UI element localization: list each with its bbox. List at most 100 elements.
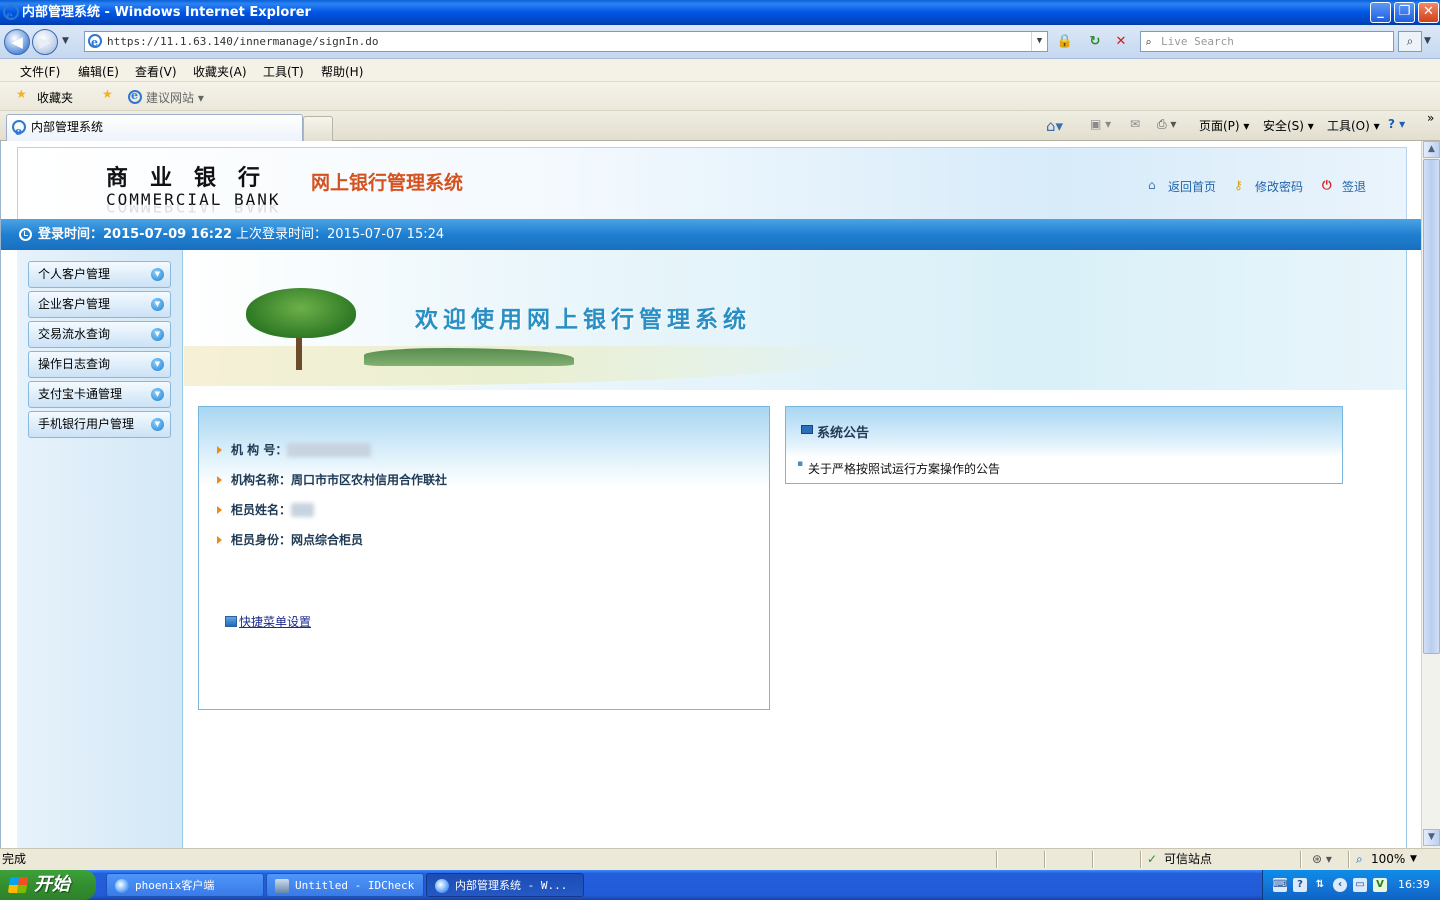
forward-button[interactable]: ▶	[32, 29, 58, 55]
vertical-scrollbar[interactable]: ▲ ▼	[1421, 141, 1440, 848]
zoom-level[interactable]: 100%	[1371, 849, 1405, 870]
menu-tools[interactable]: 工具(T)	[263, 63, 304, 80]
keyboard-icon[interactable]: ⌨	[1273, 878, 1287, 892]
scroll-thumb[interactable]	[1423, 159, 1440, 654]
logout-link[interactable]: 签退	[1342, 178, 1366, 195]
change-password-link[interactable]: 修改密码	[1255, 178, 1303, 195]
sidebar-item-operation-logs[interactable]: 操作日志查询 ▼	[28, 351, 171, 378]
bullet-arrow-icon	[217, 506, 222, 514]
suggested-sites-button[interactable]: 建议网站 ▾	[146, 89, 204, 106]
address-url: https://11.1.63.140/innermanage/signIn.d…	[107, 35, 379, 48]
refresh-icon[interactable]: ↻	[1084, 32, 1106, 52]
task-ie-active[interactable]: 内部管理系统 - W...	[426, 873, 584, 897]
menu-file[interactable]: 文件(F)	[20, 63, 60, 80]
window-title-bar[interactable]: 内部管理系统 - Windows Internet Explorer _ ❐ ✕	[0, 0, 1440, 28]
chevron-down-icon: ▼	[151, 418, 164, 431]
search-options-icon[interactable]: ▼	[1424, 36, 1431, 46]
bullet-arrow-icon	[217, 476, 222, 484]
live-search-icon: ⌕	[1145, 36, 1152, 49]
app-icon	[115, 879, 129, 893]
back-button[interactable]: ◀	[4, 29, 30, 55]
favorites-bar: ★ 收藏夹 ★ 建议网站 ▾	[0, 82, 1440, 111]
favorites-star-icon: ★	[16, 87, 27, 101]
home-link-icon: ⌂	[1148, 178, 1156, 192]
login-time: 登录时间：2015-07-09 16:22	[38, 227, 233, 242]
zoom-icon: ⌕	[1356, 852, 1363, 866]
minimize-button[interactable]: _	[1370, 2, 1391, 23]
bank-logo-cn: 商业银行	[106, 165, 283, 191]
favorites-button[interactable]: 收藏夹	[37, 89, 73, 106]
org-no-label: 机 构 号：	[231, 443, 288, 457]
announcement-item[interactable]: 关于严格按照试运行方案操作的公告	[797, 459, 1000, 477]
tools-menu[interactable]: 工具(O) ▾	[1327, 117, 1380, 134]
start-button[interactable]: 开始	[0, 870, 96, 900]
new-tab-button[interactable]	[303, 116, 333, 141]
sidebar-item-label: 支付宝卡通管理	[38, 387, 123, 401]
scroll-down-icon[interactable]: ▼	[1423, 829, 1440, 846]
org-no-row: 机 构 号：1107000000	[217, 441, 371, 458]
teller-name-value: █ █	[291, 503, 314, 517]
more-commands-icon[interactable]: »	[1427, 111, 1434, 125]
last-login-time: 上次登录时间：2015-07-07 15:24	[236, 227, 445, 242]
close-button[interactable]: ✕	[1418, 2, 1439, 23]
monitor-tray-icon[interactable]: ▭	[1353, 878, 1367, 892]
sidebar-item-label: 个人客户管理	[38, 267, 111, 281]
window-title: 内部管理系统 - Windows Internet Explorer	[22, 5, 311, 20]
task-idcheck[interactable]: Untitled - IDCheck	[266, 873, 424, 897]
announcement-title: 系统公告	[817, 426, 870, 441]
help-tray-icon[interactable]: ?	[1293, 878, 1307, 892]
suggested-sites-icon	[128, 89, 142, 104]
menu-edit[interactable]: 编辑(E)	[78, 63, 119, 80]
tab-active[interactable]: 内部管理系统	[6, 114, 303, 144]
sidebar-item-personal-customers[interactable]: 个人客户管理 ▼	[28, 261, 171, 288]
taskbar: 开始 phoenix客户端 Untitled - IDCheck 内部管理系统 …	[0, 870, 1440, 900]
feeds-icon[interactable]: ▣ ▾	[1090, 117, 1111, 131]
security-zone[interactable]: 可信站点	[1164, 849, 1212, 870]
address-dropdown-icon[interactable]: ▼	[1031, 32, 1047, 51]
address-input[interactable]: https://11.1.63.140/innermanage/signIn.d…	[84, 31, 1048, 52]
chevron-down-icon: ▼	[151, 388, 164, 401]
stop-icon[interactable]: ✕	[1110, 32, 1132, 52]
quick-menu-settings-link[interactable]: 快捷菜单设置	[225, 613, 311, 630]
clock[interactable]: 16:39	[1398, 870, 1430, 900]
help-menu[interactable]: ? ▾	[1388, 117, 1405, 131]
sidebar-item-transactions[interactable]: 交易流水查询 ▼	[28, 321, 171, 348]
start-label: 开始	[34, 874, 70, 895]
protected-mode-icon[interactable]: ⊛ ▾	[1312, 849, 1332, 870]
chevron-down-icon: ▼	[151, 358, 164, 371]
v-tray-icon[interactable]: V	[1373, 878, 1387, 892]
safety-menu[interactable]: 安全(S) ▾	[1263, 117, 1314, 134]
bank-logo-reflection: COMMERCIAL BANK	[106, 204, 281, 216]
menu-help[interactable]: 帮助(H)	[321, 63, 363, 80]
bank-header: 商业银行 COMMERCIAL BANK COMMERCIAL BANK 网上银…	[17, 147, 1407, 219]
sidebar-item-corporate-customers[interactable]: 企业客户管理 ▼	[28, 291, 171, 318]
org-name-row: 机构名称：周口市市区农村信用合作联社	[217, 471, 447, 488]
page-menu[interactable]: 页面(P) ▾	[1199, 117, 1249, 134]
key-icon: ⚷	[1234, 178, 1243, 192]
search-placeholder: Live Search	[1161, 35, 1234, 48]
menu-view[interactable]: 查看(V)	[135, 63, 177, 80]
network-icon[interactable]: ⇅	[1313, 878, 1327, 892]
task-phoenix[interactable]: phoenix客户端	[106, 873, 264, 897]
print-icon[interactable]: ⎙ ▾	[1157, 117, 1176, 132]
ie-task-icon	[435, 879, 449, 893]
sidebar-item-mobile-banking[interactable]: 手机银行用户管理 ▼	[28, 411, 171, 438]
search-go-button[interactable]: ⌕	[1398, 31, 1422, 52]
return-home-link[interactable]: 返回首页	[1168, 178, 1216, 195]
scroll-up-icon[interactable]: ▲	[1423, 141, 1440, 158]
menu-favorites[interactable]: 收藏夹(A)	[193, 63, 247, 80]
history-dropdown-icon[interactable]: ▼	[62, 36, 69, 46]
zoom-dropdown-icon[interactable]: ▼	[1410, 849, 1417, 870]
chevron-down-icon: ▼	[151, 298, 164, 311]
back-arrow-tray-icon[interactable]: ‹	[1333, 878, 1347, 892]
maximize-button[interactable]: ❐	[1394, 2, 1415, 23]
add-favorite-icon[interactable]: ★	[102, 87, 113, 101]
bullet-arrow-icon	[217, 446, 222, 454]
mail-icon[interactable]: ✉	[1130, 117, 1140, 131]
org-name-value: 周口市市区农村信用合作联社	[291, 473, 448, 487]
sidebar-item-alipay-card[interactable]: 支付宝卡通管理 ▼	[28, 381, 171, 408]
search-input[interactable]: ⌕ Live Search	[1140, 31, 1394, 52]
lock-icon[interactable]: 🔒	[1054, 32, 1076, 52]
home-icon[interactable]: ⌂▾	[1046, 117, 1063, 135]
sidebar-item-label: 手机银行用户管理	[38, 417, 135, 431]
